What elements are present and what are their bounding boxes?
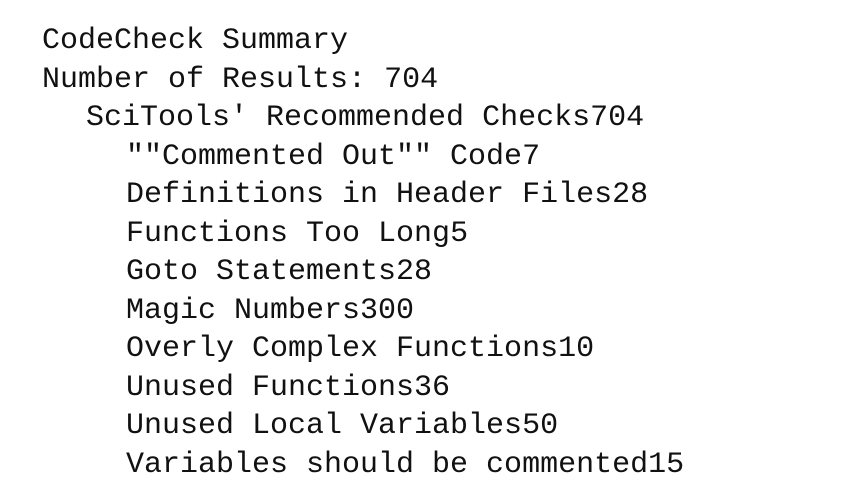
codecheck-summary-report: CodeCheck Summary Number of Results: 704…: [0, 0, 856, 498]
check-name: Overly Complex Functions: [126, 332, 559, 366]
check-group-name: SciTools' Recommended Checks: [86, 101, 591, 135]
check-name: Magic Numbers: [126, 293, 361, 328]
check-row-magic-numbers: Magic Numbers300: [42, 292, 856, 331]
check-row-variables-should-be-commented: Variables should be commented15: [42, 446, 856, 485]
report-title: CodeCheck Summary: [42, 22, 856, 61]
check-row-unused-functions: Unused Functions36: [42, 369, 856, 408]
check-name: Unused Local Variables: [126, 409, 523, 443]
check-name: ""Commented Out"" Code: [126, 139, 523, 174]
results-summary-line: Number of Results: 704: [42, 61, 856, 100]
check-name: Definitions in Header Files: [126, 178, 613, 212]
check-name: Functions Too Long: [126, 216, 451, 251]
check-count: 300: [360, 293, 415, 328]
check-count: 28: [396, 255, 433, 289]
check-count: 36: [414, 370, 451, 405]
check-name: Unused Functions: [126, 370, 415, 405]
check-count: 7: [522, 139, 541, 174]
check-row-overly-complex-functions: Overly Complex Functions10: [42, 330, 856, 369]
report-title-text: CodeCheck Summary: [42, 24, 349, 58]
check-count: 50: [522, 409, 559, 443]
check-row-functions-too-long: Functions Too Long5: [42, 215, 856, 254]
check-name: Variables should be commented: [126, 447, 649, 482]
results-count: 704: [384, 62, 439, 97]
results-label: Number of Results:: [42, 62, 385, 97]
check-count: 15: [648, 447, 685, 482]
check-row-definitions-in-header-files: Definitions in Header Files28: [42, 176, 856, 215]
check-row-commented-out-code: ""Commented Out"" Code7: [42, 138, 856, 177]
check-group-count: 704: [590, 101, 645, 135]
check-group-row: SciTools' Recommended Checks704: [42, 99, 856, 138]
check-row-goto-statements: Goto Statements28: [42, 253, 856, 292]
check-count: 5: [450, 216, 469, 251]
check-count: 28: [612, 178, 649, 212]
check-count: 10: [558, 332, 595, 366]
check-name: Goto Statements: [126, 255, 397, 289]
check-row-unused-local-variables: Unused Local Variables50: [42, 407, 856, 446]
